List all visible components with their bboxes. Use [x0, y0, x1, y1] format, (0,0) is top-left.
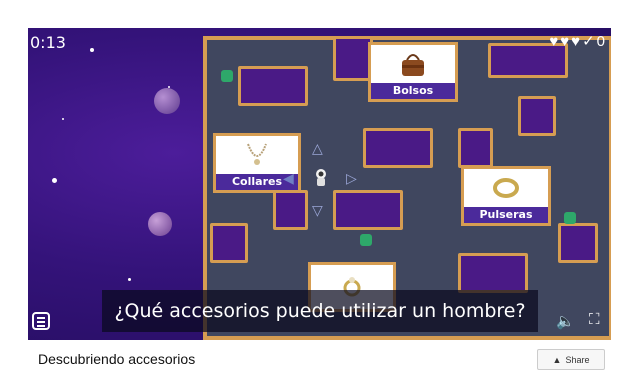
planet: [154, 88, 180, 114]
heart-icon: ♥: [571, 32, 581, 50]
share-label: Share: [565, 354, 590, 365]
score: 0: [596, 32, 605, 50]
lives-display: ♥ ♥ ♥ ✓ 0: [549, 32, 605, 51]
heart-icon: ♥: [549, 32, 559, 50]
alien-icon: [360, 234, 372, 246]
bracelet-image: [464, 169, 548, 207]
maze-wall: [210, 223, 248, 263]
maze-wall: [333, 36, 373, 81]
star: [128, 278, 131, 281]
maze-wall: [333, 190, 403, 230]
star: [52, 178, 57, 183]
answer-card-pulseras[interactable]: Pulseras: [461, 166, 551, 226]
answer-card-bolsos[interactable]: Bolsos: [368, 42, 458, 102]
maze-wall: [238, 66, 308, 106]
maze-wall: [273, 190, 308, 230]
answer-label: Pulseras: [464, 207, 548, 223]
timer: 0:13: [30, 33, 66, 52]
star: [62, 118, 64, 120]
astronaut-icon: [312, 168, 330, 193]
maze-wall: [558, 223, 598, 263]
planet: [148, 212, 172, 236]
share-button[interactable]: ▲ Share: [537, 349, 605, 370]
share-icon: ▲: [552, 354, 562, 365]
answer-label: Bolsos: [371, 83, 455, 99]
maze-wall: [458, 253, 528, 293]
star: [90, 48, 94, 52]
arrow-right-icon[interactable]: ▷: [346, 170, 357, 187]
question-text: ¿Qué accesorios puede utilizar un hombre…: [102, 290, 538, 332]
volume-icon[interactable]: 🔈: [556, 312, 575, 330]
fullscreen-icon[interactable]: ⛶: [589, 311, 600, 328]
activity-title: Descubriendo accesorios: [38, 351, 196, 367]
arrow-up-icon[interactable]: △: [312, 140, 323, 157]
alien-icon: [221, 70, 233, 82]
alien-icon: [564, 212, 576, 224]
maze-wall: [363, 128, 433, 168]
heart-icon: ♥: [560, 32, 570, 50]
arrow-left-icon[interactable]: ◀: [283, 170, 294, 187]
maze-wall: [518, 96, 556, 136]
game-canvas[interactable]: Bolsos Collares Pulseras △ ◀ ▷ ▽ 0:13 ♥ …: [28, 28, 611, 340]
arrow-down-icon[interactable]: ▽: [312, 202, 323, 219]
menu-icon[interactable]: [32, 312, 50, 330]
handbag-image: [371, 45, 455, 83]
necklace-image: [216, 136, 298, 174]
check-icon: ✓: [582, 33, 595, 50]
maze-wall: [458, 128, 493, 168]
